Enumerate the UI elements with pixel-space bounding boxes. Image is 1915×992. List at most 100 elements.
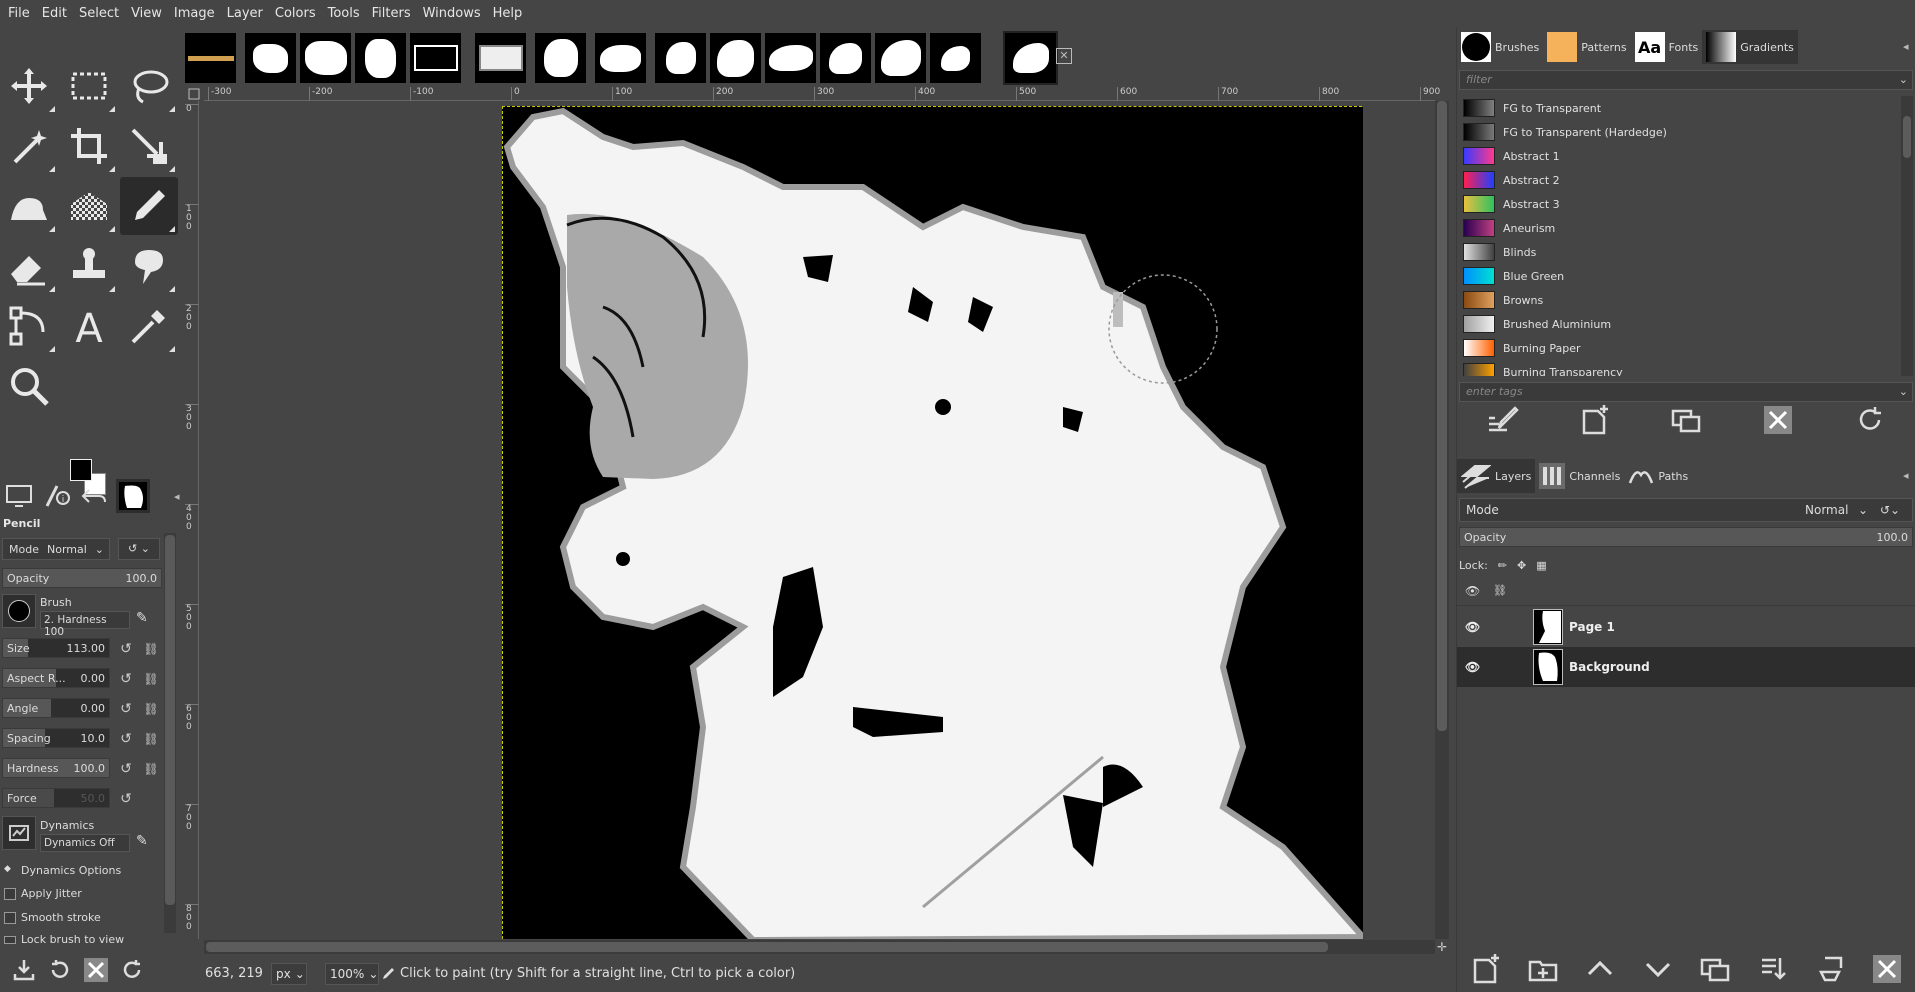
edit-dynamics-icon[interactable]: ✎ [136,833,156,853]
tab-channels[interactable]: Channels [1535,459,1624,493]
layer-row[interactable]: 👁 Background [1457,647,1915,687]
image-tab-thumbnail[interactable] [300,33,351,83]
pencil-tool[interactable] [120,177,178,235]
image-tab-thumbnail[interactable] [655,33,706,83]
configure-tab-icon[interactable]: ◂ [1903,40,1909,53]
eye-icon[interactable]: 👁 [1465,620,1485,634]
image-tab-thumbnail[interactable] [410,33,461,83]
layer-name[interactable]: Page 1 [1569,620,1615,634]
lock-position-icon[interactable]: ✥ [1517,559,1526,572]
save-options-button[interactable] [10,956,38,984]
gradient-list-item[interactable]: Aneurism [1459,216,1899,240]
reset-icon[interactable]: ↺ [118,701,134,717]
tab-images[interactable] [116,479,150,513]
fuzzy-select-tool[interactable] [0,117,58,175]
tab-paths[interactable]: Paths [1624,459,1692,493]
image-canvas[interactable] [502,106,1369,939]
link-icon[interactable]: ⛓ [143,641,159,657]
brush-name[interactable]: 2. Hardness 100 [40,611,130,638]
vertical-scrollbar[interactable] [1435,101,1449,939]
image-tab-thumbnail[interactable] [710,33,761,83]
link-icon[interactable]: ⛓ [143,761,159,777]
mode-select[interactable]: Mode Normal ⌄ [2,538,110,560]
angle-slider[interactable]: Angle 0.00 [2,698,110,718]
tab-tool-options[interactable] [2,479,36,513]
tab-patterns[interactable]: Patterns [1543,30,1630,64]
menu-layer[interactable]: Layer [221,0,269,27]
delete-gradient-button[interactable] [1758,403,1798,437]
layer-mode-select[interactable]: Mode Normal ⌄ ↺⌄ [1459,498,1913,522]
tab-brushes[interactable]: Brushes [1457,30,1543,64]
zoom-select[interactable]: 100% ⌄ [325,962,379,985]
smudge-tool[interactable] [120,237,178,295]
reset-icon[interactable]: ↺ [118,731,134,747]
lower-layer-button[interactable] [1641,952,1675,986]
gradient-list-item[interactable]: Abstract 3 [1459,192,1899,216]
canvas-area[interactable] [200,101,1435,939]
ruler-corner[interactable] [185,87,204,101]
tab-fonts[interactable]: Aa Fonts [1631,30,1703,64]
merge-layer-button[interactable] [1756,952,1790,986]
gradient-tool[interactable] [60,177,118,235]
gradient-list-item[interactable]: Browns [1459,288,1899,312]
hardness-slider[interactable]: Hardness 100.0 [2,758,110,778]
mode-reset-select[interactable]: ↺ ⌄ [118,538,160,560]
layer-name[interactable]: Background [1569,660,1650,674]
layer-opacity-slider[interactable]: Opacity 100.0 [1459,527,1913,547]
gradient-list-item[interactable]: Blue Green [1459,264,1899,288]
configure-tab-icon[interactable]: ◂ [174,490,180,503]
menu-view[interactable]: View [125,0,168,27]
gradient-list-item[interactable]: Abstract 2 [1459,168,1899,192]
size-slider[interactable]: Size 113.00 [2,638,110,658]
duplicate-layer-button[interactable] [1698,952,1732,986]
opacity-slider[interactable]: Opacity 100.0 [2,568,162,588]
tab-device-status[interactable]: i [40,479,74,513]
image-tab-thumbnail[interactable] [475,33,526,83]
link-icon[interactable]: ⛓ [143,701,159,717]
image-tab-thumbnail[interactable] [875,33,926,83]
paths-tool[interactable] [0,297,58,355]
layer-row[interactable]: 👁 Page 1 [1457,607,1915,647]
new-gradient-button[interactable] [1575,403,1615,437]
crop-tool[interactable] [60,117,118,175]
image-tab-thumbnail[interactable] [355,33,406,83]
reset-icon[interactable]: ↺ [118,641,134,657]
lock-pixels-icon[interactable]: ✏ [1498,559,1507,572]
horizontal-scrollbar[interactable] [204,940,1435,954]
link-icon[interactable]: ⛓ [143,671,159,687]
gradient-list-item[interactable]: Abstract 1 [1459,144,1899,168]
dynamics-preview[interactable] [2,816,36,850]
gradient-list-item[interactable]: Burning Transparency [1459,360,1899,376]
image-tab-thumbnail[interactable] [1003,31,1058,85]
reset-icon[interactable]: ↺ [118,761,134,777]
configure-tab-icon[interactable]: ◂ [1903,469,1909,482]
close-icon[interactable]: ✕ [1056,48,1072,64]
tab-layers[interactable]: Layers [1457,459,1536,493]
edit-gradient-button[interactable] [1483,403,1523,437]
color-picker-tool[interactable] [120,297,178,355]
new-layer-button[interactable] [1469,952,1503,986]
image-tab-thumbnail[interactable] [930,33,981,83]
menu-tools[interactable]: Tools [322,0,366,27]
vertical-ruler[interactable]: 0 1 0 0 2 0 0 3 0 0 4 0 0 5 0 0 6 0 0 7 0 0 8 0 … [185,101,199,939]
gradient-list-item[interactable]: Brushed Aluminium [1459,312,1899,336]
refresh-gradients-button[interactable] [1850,403,1890,437]
aspect-ratio-slider[interactable]: Aspect R... 0.00 [2,668,110,688]
image-tab-thumbnail[interactable] [820,33,871,83]
lock-alpha-icon[interactable]: ▦ [1536,559,1546,572]
restore-options-button[interactable] [46,956,74,984]
delete-options-button[interactable] [82,956,110,984]
image-tab-thumbnail[interactable] [185,33,236,83]
brush-preview[interactable] [2,594,36,628]
apply-jitter-checkbox[interactable] [4,888,16,900]
image-tab-thumbnail[interactable] [245,33,296,83]
image-tab-thumbnail[interactable] [535,33,586,83]
link-icon[interactable]: ⛓ [143,731,159,747]
gradient-list-item[interactable]: FG to Transparent (Hardedge) [1459,120,1899,144]
clone-tool[interactable] [60,237,118,295]
gradient-list-scrollbar[interactable] [1901,96,1913,376]
menu-windows[interactable]: Windows [417,0,487,27]
tool-options-scrollbar[interactable] [164,533,176,933]
dynamics-name[interactable]: Dynamics Off [40,834,130,852]
image-tab-thumbnail[interactable] [765,33,816,83]
